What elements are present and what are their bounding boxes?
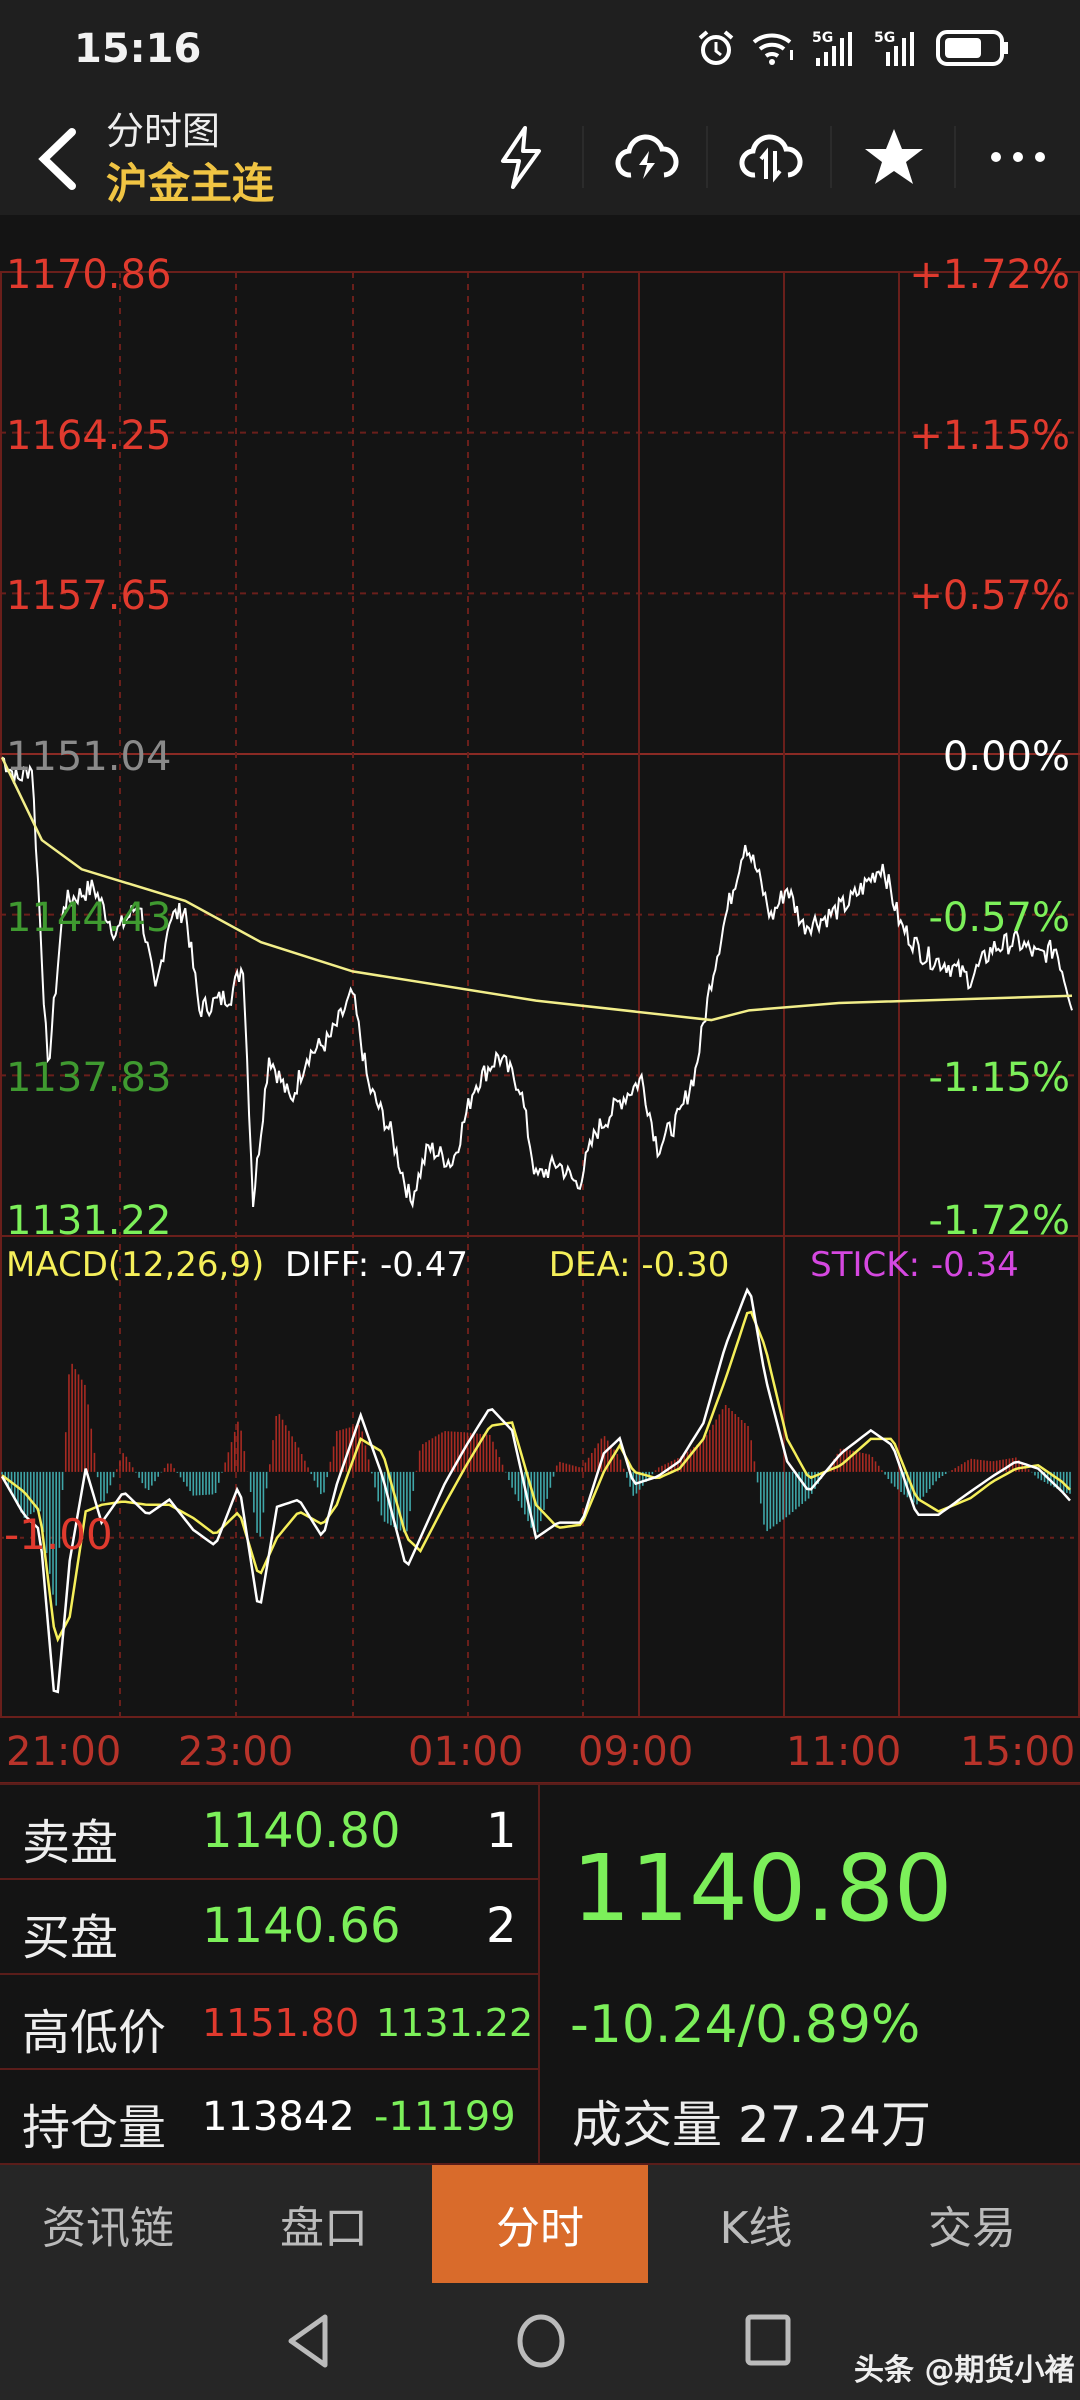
time-axis-label: 21:00 — [6, 1729, 122, 1775]
time-axis-label: 09:00 — [578, 1729, 694, 1775]
ask-qty: 1 — [486, 1803, 517, 1859]
signal-5g-icon: 5G — [812, 30, 852, 66]
percent-axis-label: -1.15% — [928, 1055, 1070, 1102]
battery-icon — [936, 30, 1008, 66]
time-axis-label: 01:00 — [408, 1729, 524, 1775]
low-price: 1131.22 — [376, 2001, 534, 2045]
more-button[interactable] — [956, 120, 1080, 194]
time-axis-label: 23:00 — [178, 1729, 294, 1775]
favorite-button[interactable] — [832, 120, 956, 194]
price-axis-label: 1151.04 — [6, 734, 172, 780]
price-axis-label: 1164.25 — [6, 412, 172, 459]
flash-icon — [501, 126, 541, 189]
status-bar: 15:16 5G 5G — [0, 0, 1080, 100]
tab-intraday[interactable]: 分时 — [432, 2165, 648, 2283]
page-title: 分时图 — [106, 109, 221, 153]
bid-qty: 2 — [486, 1898, 517, 1954]
back-button[interactable] — [28, 124, 88, 194]
app-header: 分时图 沪金主连 — [0, 100, 1080, 215]
price-line — [1, 756, 1073, 1209]
price-axis-label: 1137.83 — [6, 1055, 172, 1102]
time-axis-label: 15:00 — [960, 1729, 1076, 1775]
open-interest-row: 持仓量 113842 -11199 — [0, 2070, 538, 2165]
flash-button[interactable] — [458, 120, 582, 194]
open-interest-label: 持仓量 — [22, 2100, 167, 2156]
volume-label: 成交量 — [572, 2096, 722, 2154]
price-axis-label: 1131.22 — [6, 1198, 172, 1244]
percent-axis-label: -0.57% — [928, 894, 1070, 941]
bid-price: 1140.66 — [202, 1898, 401, 1954]
wifi-icon — [752, 33, 793, 65]
diff-line — [0, 1287, 1071, 1694]
macd-ref-label: -1.00 — [4, 1510, 113, 1559]
time-axis-label: 11:00 — [786, 1729, 902, 1775]
last-price: 1140.80 — [572, 1835, 953, 1942]
percent-axis-label: +0.57% — [909, 573, 1070, 620]
ask-row: 卖盘 1140.80 1 — [0, 1785, 538, 1880]
macd-diff: DIFF: -0.47 — [285, 1245, 468, 1285]
bid-row: 买盘 1140.66 2 — [0, 1880, 538, 1975]
bid-label: 买盘 — [22, 1910, 119, 1966]
high-price: 1151.80 — [202, 2001, 360, 2045]
cloud-sync-icon — [739, 134, 803, 183]
cloud-flash-button[interactable] — [584, 120, 708, 194]
price-axis-label: 1170.86 — [6, 252, 172, 298]
tab-news[interactable]: 资讯链 — [0, 2165, 216, 2283]
percent-axis-label: 0.00% — [942, 734, 1070, 780]
more-icon — [991, 152, 1045, 162]
percent-axis-label: +1.15% — [909, 412, 1070, 459]
price-axis-label: 1144.43 — [6, 894, 172, 941]
star-icon — [865, 129, 923, 184]
clock: 15:16 — [74, 26, 202, 72]
tab-order-book[interactable]: 盘口 — [216, 2165, 432, 2283]
cloud-flash-icon — [615, 134, 679, 179]
open-interest-change: -11199 — [374, 2094, 516, 2140]
tab-kline[interactable]: K线 — [648, 2165, 864, 2283]
price-change: -10.24/0.89% — [570, 1995, 921, 2055]
svg-text:5G: 5G — [812, 30, 833, 46]
watermark: 头条 @期货小褚 — [854, 2353, 1075, 2388]
price-axis-label: 1157.65 — [6, 573, 172, 620]
macd-stick: STICK: -0.34 — [810, 1245, 1019, 1285]
high-low-row: 高低价 1151.80 1131.22 — [0, 1975, 538, 2070]
open-interest-value: 113842 — [202, 2094, 355, 2140]
dea-line — [1, 1310, 1071, 1643]
bottom-tabs: 资讯链 盘口 分时 K线 交易 — [0, 2165, 1080, 2283]
intraday-chart[interactable]: 1170.86 +1.72% 1164.25 +1.15% 1157.65 +0.57% 1… — [0, 215, 1080, 1785]
percent-axis-label: +1.72% — [909, 252, 1070, 298]
macd-title: MACD(12,26,9) — [6, 1245, 265, 1285]
macd-legend: MACD(12,26,9) DIFF: -0.47 DEA: -0.30 STI… — [6, 1245, 1019, 1285]
signal-5g-icon: 5G — [874, 30, 914, 66]
volume-value: 27.24万 — [737, 2096, 932, 2154]
macd-dea: DEA: -0.30 — [548, 1245, 730, 1285]
system-nav-bar: 头条 @期货小褚 — [0, 2283, 1080, 2400]
percent-axis-label: -1.72% — [928, 1198, 1070, 1244]
high-low-label: 高低价 — [22, 2005, 167, 2061]
nav-back-icon[interactable] — [285, 2313, 331, 2369]
volume: 成交量 27.24万 — [572, 2085, 931, 2157]
tab-trade[interactable]: 交易 — [864, 2165, 1080, 2283]
quote-panel: 卖盘 1140.80 1 买盘 1140.66 2 高低价 1151.80 11… — [0, 1783, 1080, 2165]
alarm-icon — [698, 30, 734, 65]
cloud-sync-button[interactable] — [708, 120, 832, 194]
ask-price: 1140.80 — [202, 1803, 401, 1859]
nav-recents-icon[interactable] — [744, 2313, 792, 2369]
average-price-line — [0, 756, 1073, 1022]
nav-home-icon[interactable] — [514, 2313, 568, 2369]
svg-text:5G: 5G — [874, 30, 895, 46]
ask-label: 卖盘 — [22, 1815, 119, 1871]
instrument-name: 沪金主连 — [106, 159, 275, 208]
